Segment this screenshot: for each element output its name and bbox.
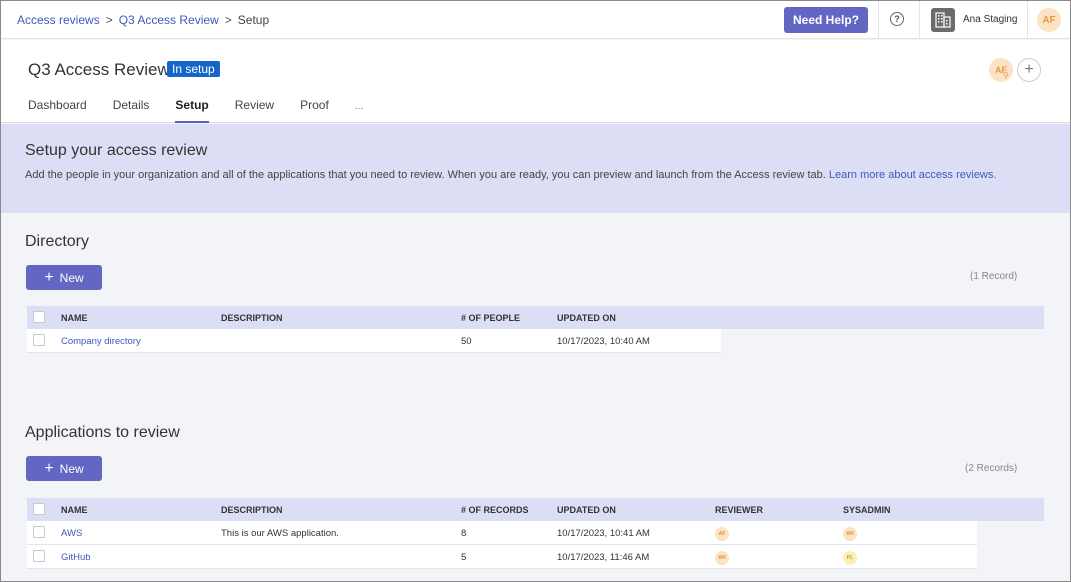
applications-record-count: (2 Records) [965, 463, 1018, 474]
breadcrumb-current: Setup [237, 13, 270, 27]
new-button-label: New [59, 461, 84, 476]
tab-details[interactable]: Details [113, 98, 150, 123]
sysadmin-avatar[interactable]: PL [843, 551, 857, 565]
page-title: Q3 Access Review [28, 60, 170, 79]
new-application-button[interactable]: + New [26, 456, 102, 481]
banner-description: Add the people in your organization and … [25, 169, 826, 181]
application-description: This is our AWS application. [221, 528, 339, 539]
user-avatar[interactable]: AF [1037, 8, 1061, 32]
banner-text: Add the people in your organization and … [25, 167, 1035, 183]
divider [1027, 1, 1028, 39]
setup-banner: Setup your access review Add the people … [1, 124, 1070, 213]
column-header-records[interactable]: # OF RECORDS [461, 505, 529, 515]
application-records: 5 [461, 552, 467, 563]
reviewer-avatar[interactable]: RH [715, 551, 729, 565]
row-checkbox[interactable] [33, 550, 45, 562]
tab-review[interactable]: Review [235, 98, 274, 123]
tab-dashboard[interactable]: Dashboard [28, 98, 87, 123]
divider [878, 1, 879, 39]
learn-more-link[interactable]: Learn more about access reviews. [829, 169, 997, 181]
column-header-updated[interactable]: UPDATED ON [557, 313, 616, 323]
select-all-checkbox[interactable] [33, 503, 45, 515]
directory-people: 50 [461, 336, 472, 347]
application-name-link[interactable]: GitHub [61, 552, 91, 563]
application-name-link[interactable]: AWS [61, 528, 82, 539]
column-header-name[interactable]: NAME [61, 505, 88, 515]
directory-title: Directory [25, 233, 90, 250]
column-header-description[interactable]: DESCRIPTION [221, 505, 283, 515]
divider [919, 1, 920, 39]
applications-table-header: NAME DESCRIPTION # OF RECORDS UPDATED ON… [27, 498, 1044, 521]
tab-proof[interactable]: Proof [300, 98, 329, 123]
banner-title: Setup your access review [25, 142, 208, 159]
breadcrumb-q3-access-review[interactable]: Q3 Access Review [119, 13, 219, 27]
table-row: GitHub 5 10/17/2023, 11:46 AM RH PL [27, 545, 977, 569]
breadcrumb-separator: > [105, 13, 113, 27]
directory-updated: 10/17/2023, 10:40 AM [557, 336, 650, 347]
row-checkbox[interactable] [33, 334, 45, 346]
column-header-sysadmin[interactable]: SYSADMIN [843, 505, 891, 515]
top-bar: Access reviews > Q3 Access Review > Setu… [1, 1, 1070, 39]
tab-setup[interactable]: Setup [175, 98, 209, 123]
tab-more[interactable]: ... [355, 98, 363, 123]
column-header-reviewer[interactable]: REVIEWER [715, 505, 763, 515]
key-icon: ⚲ [1003, 71, 1009, 80]
need-help-button[interactable]: Need Help? [784, 7, 868, 33]
column-header-description[interactable]: DESCRIPTION [221, 313, 283, 323]
column-header-name[interactable]: NAME [61, 313, 88, 323]
building-icon[interactable] [931, 8, 955, 32]
application-records: 8 [461, 528, 467, 539]
table-row: AWS This is our AWS application. 8 10/17… [27, 521, 977, 545]
sysadmin-avatar[interactable]: RH [843, 527, 857, 541]
owner-avatar[interactable]: AF [989, 58, 1013, 82]
application-updated: 10/17/2023, 10:41 AM [557, 528, 650, 539]
tab-bar: Dashboard Details Setup Review Proof ... [28, 98, 389, 123]
status-badge: In setup [167, 61, 220, 77]
directory-name-link[interactable]: Company directory [61, 336, 141, 347]
applications-title: Applications to review [25, 424, 180, 441]
add-owner-button[interactable]: + [1017, 58, 1041, 82]
reviewer-avatar[interactable]: AF [715, 527, 729, 541]
application-updated: 10/17/2023, 11:46 AM [557, 552, 650, 563]
directory-record-count: (1 Record) [970, 271, 1018, 282]
plus-icon: + [44, 459, 54, 477]
new-button-label: New [59, 270, 84, 285]
breadcrumb-access-reviews[interactable]: Access reviews [17, 13, 100, 27]
select-all-checkbox[interactable] [33, 311, 45, 323]
column-header-people[interactable]: # OF PEOPLE [461, 313, 520, 323]
plus-icon: + [44, 268, 54, 286]
new-directory-button[interactable]: + New [26, 265, 102, 290]
breadcrumb-separator: > [224, 13, 232, 27]
org-name[interactable]: Ana Staging [963, 14, 1018, 25]
breadcrumb: Access reviews > Q3 Access Review > Setu… [17, 13, 269, 27]
help-circle-icon[interactable]: ? [890, 12, 904, 26]
row-checkbox[interactable] [33, 526, 45, 538]
directory-table-header: NAME DESCRIPTION # OF PEOPLE UPDATED ON [27, 306, 1044, 329]
column-header-updated[interactable]: UPDATED ON [557, 505, 616, 515]
table-row: Company directory 50 10/17/2023, 10:40 A… [27, 329, 721, 353]
page-header: Q3 Access Review In setup AF ⚲ + Dashboa… [1, 40, 1070, 123]
